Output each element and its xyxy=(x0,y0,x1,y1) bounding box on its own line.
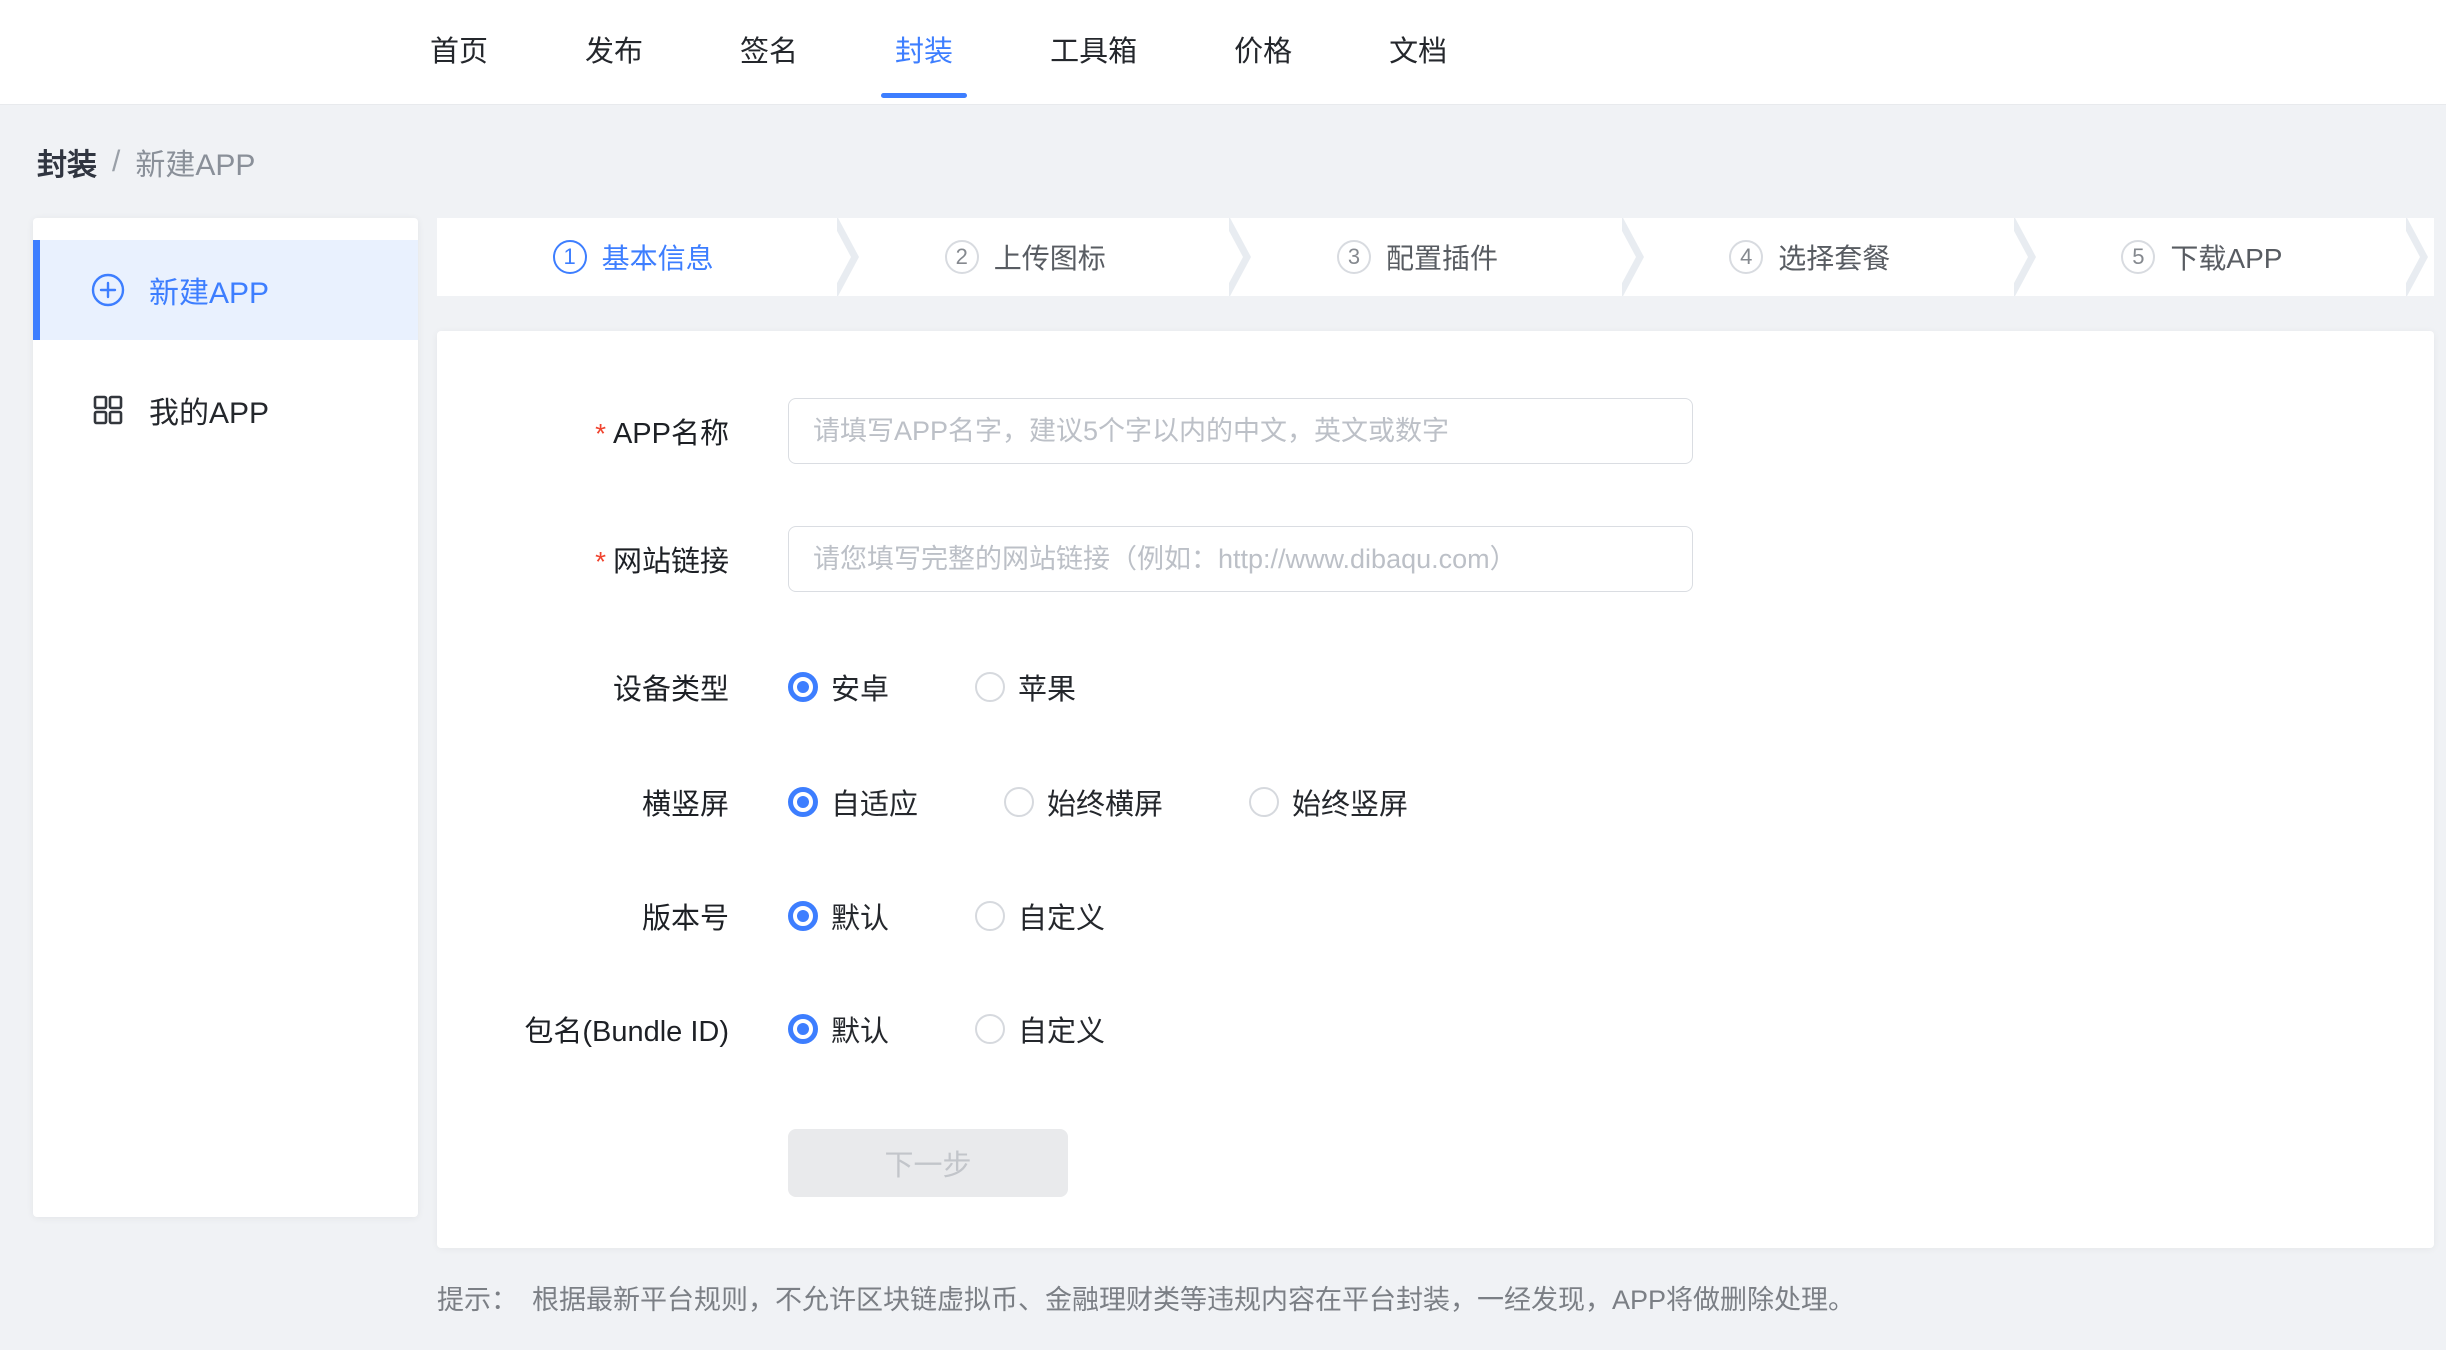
sidebar-item-label: 新建APP xyxy=(149,268,269,312)
required-asterisk: * xyxy=(595,418,606,449)
nav-item-pricing[interactable]: 价格 xyxy=(1234,32,1292,72)
nav-item-toolbox[interactable]: 工具箱 xyxy=(1050,32,1137,72)
nav-item-label: 签名 xyxy=(740,36,798,68)
nav-item-package[interactable]: 封装 xyxy=(895,32,953,72)
nav-active-underline xyxy=(881,93,967,98)
required-asterisk: * xyxy=(595,546,606,577)
form-row-bundle-id: 包名(Bundle ID) 默认 自定义 xyxy=(437,1009,2434,1049)
platform-rule-tip: 提示： 根据最新平台规则，不允许区块链虚拟币、金融理财类等违规内容在平台封装，一… xyxy=(437,1278,1855,1317)
step-number-badge: 5 xyxy=(2121,240,2155,274)
next-step-button[interactable]: 下一步 xyxy=(788,1129,1068,1197)
form-row-device-type: 设备类型 安卓 苹果 xyxy=(437,667,2434,707)
radio-unselected-icon[interactable] xyxy=(1004,787,1034,817)
radio-option-version-default[interactable]: 默认 xyxy=(788,895,889,937)
step-5-download-app: 5 下载APP xyxy=(2006,218,2398,296)
step-label: 配置插件 xyxy=(1386,237,1498,277)
breadcrumb: 封装 / 新建APP xyxy=(37,140,255,184)
nav-item-label: 发布 xyxy=(585,36,643,68)
field-label: *网站链接 xyxy=(437,538,729,580)
field-label: 包名(Bundle ID) xyxy=(437,1008,729,1050)
nav-item-docs[interactable]: 文档 xyxy=(1389,32,1447,72)
radio-unselected-icon[interactable] xyxy=(975,672,1005,702)
step-1-basic-info: 1 基本信息 xyxy=(437,218,829,296)
breadcrumb-page: 新建APP xyxy=(135,140,255,184)
step-number-badge: 1 xyxy=(553,240,587,274)
step-4-choose-plan: 4 选择套餐 xyxy=(1614,218,2006,296)
breadcrumb-separator: / xyxy=(112,145,120,179)
radio-option-bundle-custom[interactable]: 自定义 xyxy=(975,1008,1105,1050)
field-label: *APP名称 xyxy=(437,410,729,452)
tip-label: 提示： xyxy=(437,1278,518,1317)
tip-text: 根据最新平台规则，不允许区块链虚拟币、金融理财类等违规内容在平台封装，一经发现，… xyxy=(532,1278,1855,1317)
radio-unselected-icon[interactable] xyxy=(975,1014,1005,1044)
form-row-orientation: 横竖屏 自适应 始终横屏 始终竖屏 xyxy=(437,782,2434,822)
nav-item-sign[interactable]: 签名 xyxy=(740,32,798,72)
step-number-badge: 2 xyxy=(945,240,979,274)
nav-item-publish[interactable]: 发布 xyxy=(585,32,643,72)
app-name-input[interactable] xyxy=(788,398,1693,464)
step-3-configure-plugins: 3 配置插件 xyxy=(1221,218,1613,296)
step-label: 基本信息 xyxy=(602,237,714,277)
radio-option-android[interactable]: 安卓 xyxy=(788,666,889,708)
nav-item-label: 首页 xyxy=(430,36,488,68)
breadcrumb-section[interactable]: 封装 xyxy=(37,140,97,184)
radio-option-landscape[interactable]: 始终横屏 xyxy=(1004,781,1163,823)
radio-option-version-custom[interactable]: 自定义 xyxy=(975,895,1105,937)
step-2-upload-icon: 2 上传图标 xyxy=(829,218,1221,296)
nav-item-label: 文档 xyxy=(1389,36,1447,68)
sidebar-item-new-app[interactable]: 新建APP xyxy=(33,240,418,340)
step-number-badge: 4 xyxy=(1729,240,1763,274)
radio-option-portrait[interactable]: 始终竖屏 xyxy=(1249,781,1408,823)
top-nav: 首页 发布 签名 封装 工具箱 价格 文档 xyxy=(0,0,2446,105)
sidebar: 新建APP 我的APP xyxy=(33,218,418,1217)
form-row-app-name: *APP名称 xyxy=(437,398,2434,464)
radio-option-auto[interactable]: 自适应 xyxy=(788,781,918,823)
radio-option-ios[interactable]: 苹果 xyxy=(975,666,1076,708)
nav-item-label: 价格 xyxy=(1234,36,1292,68)
form-row-site-url: *网站链接 xyxy=(437,526,2434,592)
radio-selected-icon[interactable] xyxy=(788,901,818,931)
nav-item-label: 封装 xyxy=(895,36,953,68)
step-label: 下载APP xyxy=(2170,237,2282,277)
new-app-form: *APP名称 *网站链接 设备类型 安卓 苹果 横竖屏 xyxy=(437,331,2434,1248)
radio-option-bundle-default[interactable]: 默认 xyxy=(788,1008,889,1050)
radio-selected-icon[interactable] xyxy=(788,672,818,702)
radio-selected-icon[interactable] xyxy=(788,787,818,817)
field-label: 版本号 xyxy=(437,895,729,937)
nav-item-home[interactable]: 首页 xyxy=(430,32,488,72)
grid-icon xyxy=(91,393,125,427)
sidebar-item-label: 我的APP xyxy=(149,388,269,432)
sidebar-item-my-app[interactable]: 我的APP xyxy=(33,360,418,460)
field-label: 横竖屏 xyxy=(437,781,729,823)
radio-unselected-icon[interactable] xyxy=(975,901,1005,931)
steps-bar: 1 基本信息 2 上传图标 3 配置插件 4 选择套餐 5 下载APP xyxy=(437,218,2434,296)
plus-circle-icon xyxy=(91,273,125,307)
form-row-submit: 下一步 xyxy=(437,1129,2434,1197)
form-row-version: 版本号 默认 自定义 xyxy=(437,896,2434,936)
step-label: 选择套餐 xyxy=(1778,237,1890,277)
step-number-badge: 3 xyxy=(1337,240,1371,274)
radio-selected-icon[interactable] xyxy=(788,1014,818,1044)
field-label: 设备类型 xyxy=(437,666,729,708)
radio-unselected-icon[interactable] xyxy=(1249,787,1279,817)
nav-item-label: 工具箱 xyxy=(1050,36,1137,68)
step-label: 上传图标 xyxy=(994,237,1106,277)
site-url-input[interactable] xyxy=(788,526,1693,592)
